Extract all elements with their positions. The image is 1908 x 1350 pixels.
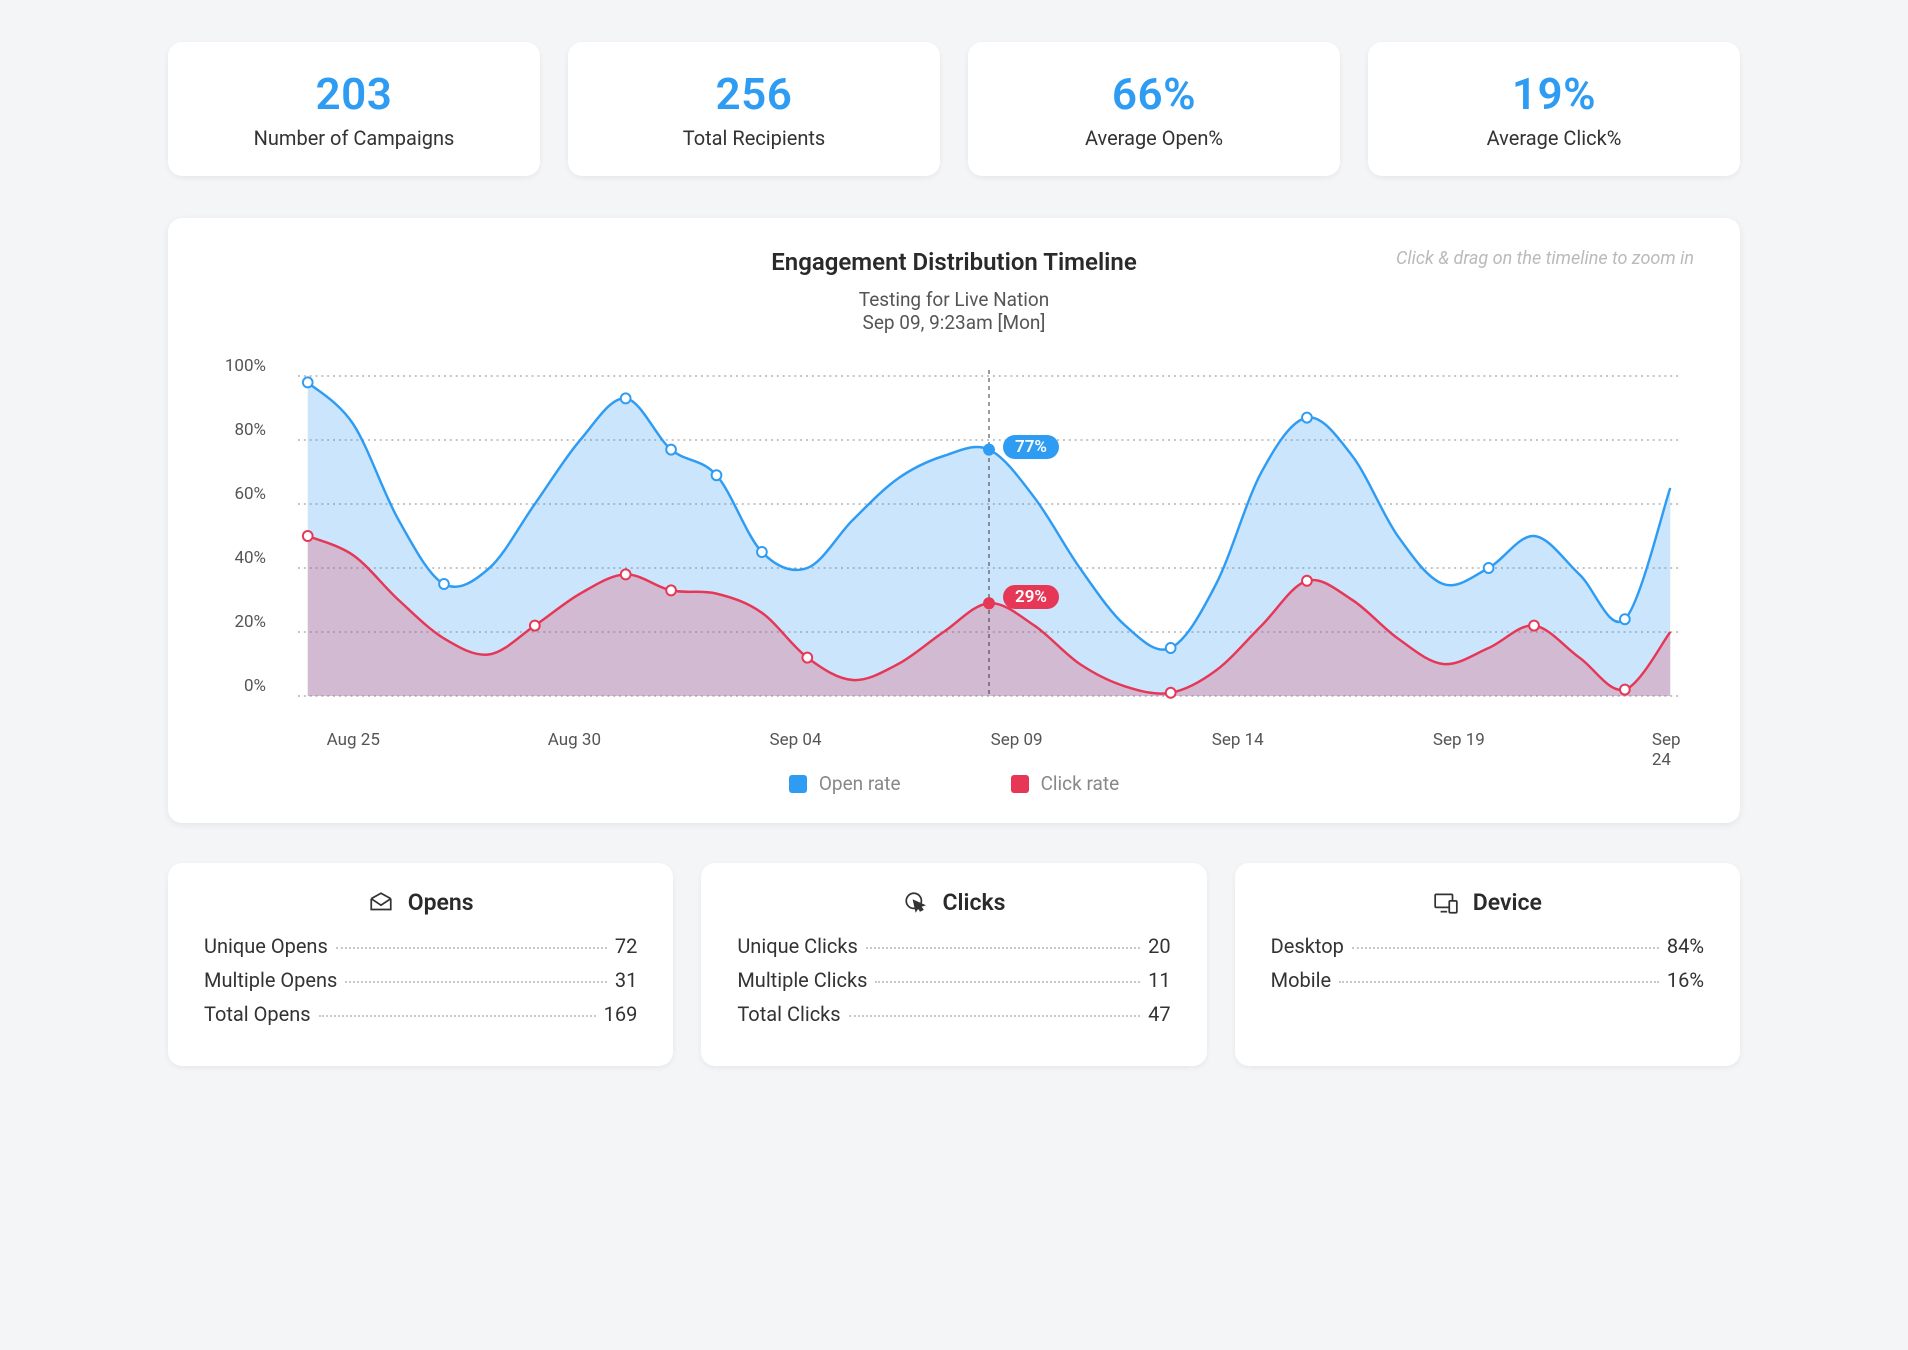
stat-value: 11 <box>1148 968 1170 992</box>
legend-label: Click rate <box>1041 772 1120 795</box>
engagement-chart-card: Engagement Distribution Timeline Click &… <box>168 218 1740 823</box>
legend-label: Open rate <box>819 772 901 795</box>
clicks-card: Clicks Unique Clicks 20 Multiple Clicks 11 T… <box>701 863 1206 1066</box>
device-title: Device <box>1473 889 1542 916</box>
stat-label: Unique Opens <box>204 934 328 958</box>
stat-row: Unique Clicks 20 <box>737 934 1170 958</box>
x-tick: Sep 14 <box>1212 730 1264 750</box>
stat-label: Mobile <box>1271 968 1331 992</box>
stat-row: Desktop 84% <box>1271 934 1704 958</box>
stat-value: 169 <box>604 1002 638 1026</box>
y-tick: 20% <box>234 612 266 632</box>
metric-value: 203 <box>188 68 520 120</box>
metric-card-recipients: 256 Total Recipients <box>568 42 940 176</box>
legend-click[interactable]: Click rate <box>1011 772 1120 795</box>
stat-label: Total Opens <box>204 1002 311 1026</box>
envelope-icon <box>368 890 394 916</box>
stat-value: 47 <box>1148 1002 1170 1026</box>
metric-label: Average Click% <box>1388 126 1720 150</box>
device-card: Device Desktop 84% Mobile 16% <box>1235 863 1740 1066</box>
metric-value: 256 <box>588 68 920 120</box>
stat-label: Multiple Opens <box>204 968 337 992</box>
metric-card-click-rate: 19% Average Click% <box>1368 42 1740 176</box>
y-axis: 0% 20% 40% 60% 80% 100% <box>208 366 278 686</box>
stat-label: Desktop <box>1271 934 1344 958</box>
stat-value: 20 <box>1148 934 1170 958</box>
chart-annotation: Testing for Live Nation Sep 09, 9:23am [… <box>859 288 1049 334</box>
annotation-line2: Sep 09, 9:23am [Mon] <box>859 311 1049 334</box>
stat-label: Total Clicks <box>737 1002 840 1026</box>
y-tick: 40% <box>234 548 266 568</box>
metric-label: Total Recipients <box>588 126 920 150</box>
stat-row: Multiple Opens 31 <box>204 968 637 992</box>
stat-row: Total Clicks 47 <box>737 1002 1170 1026</box>
y-tick: 0% <box>244 676 266 696</box>
metric-card-open-rate: 66% Average Open% <box>968 42 1340 176</box>
stat-label: Unique Clicks <box>737 934 858 958</box>
x-tick: Aug 30 <box>548 730 601 750</box>
chart-plot-area[interactable]: 0% 20% 40% 60% 80% 100% 77% 29% <box>208 366 1700 726</box>
metric-value: 19% <box>1388 68 1720 120</box>
y-tick: 100% <box>225 356 266 376</box>
stat-row: Total Opens 169 <box>204 1002 637 1026</box>
metric-value: 66% <box>988 68 1320 120</box>
clicks-title: Clicks <box>943 889 1006 916</box>
chart-legend: Open rate Click rate <box>208 772 1700 795</box>
x-tick: Aug 25 <box>327 730 380 750</box>
x-tick: Sep 09 <box>991 730 1043 750</box>
legend-open[interactable]: Open rate <box>789 772 901 795</box>
tooltip-click-badge: 29% <box>1003 585 1059 609</box>
y-tick: 60% <box>234 484 266 504</box>
stat-label: Multiple Clicks <box>737 968 867 992</box>
x-axis: Aug 25 Aug 30 Sep 04 Sep 09 Sep 14 Sep 1… <box>298 726 1680 754</box>
legend-swatch-open <box>789 775 807 793</box>
y-tick: 80% <box>234 420 266 440</box>
stat-value: 72 <box>615 934 637 958</box>
legend-swatch-click <box>1011 775 1029 793</box>
device-icon <box>1433 890 1459 916</box>
opens-card: Opens Unique Opens 72 Multiple Opens 31 Tota… <box>168 863 673 1066</box>
x-tick: Sep 04 <box>770 730 822 750</box>
annotation-line1: Testing for Live Nation <box>859 288 1049 311</box>
detail-cards-row: Opens Unique Opens 72 Multiple Opens 31 Tota… <box>168 863 1740 1066</box>
stat-row: Mobile 16% <box>1271 968 1704 992</box>
metric-cards-row: 203 Number of Campaigns 256 Total Recipi… <box>168 42 1740 176</box>
chart-svg[interactable] <box>298 366 1680 706</box>
x-tick: Sep 19 <box>1433 730 1485 750</box>
chart-hint: Click & drag on the timeline to zoom in <box>1396 248 1694 269</box>
x-tick: Sep 24 <box>1652 730 1681 770</box>
metric-card-campaigns: 203 Number of Campaigns <box>168 42 540 176</box>
stat-value: 84% <box>1667 934 1704 958</box>
stat-value: 31 <box>615 968 637 992</box>
metric-label: Average Open% <box>988 126 1320 150</box>
metric-label: Number of Campaigns <box>188 126 520 150</box>
opens-title: Opens <box>408 889 474 916</box>
tooltip-open-badge: 77% <box>1003 435 1059 459</box>
stat-row: Unique Opens 72 <box>204 934 637 958</box>
stat-value: 16% <box>1667 968 1704 992</box>
cursor-click-icon <box>903 890 929 916</box>
stat-row: Multiple Clicks 11 <box>737 968 1170 992</box>
